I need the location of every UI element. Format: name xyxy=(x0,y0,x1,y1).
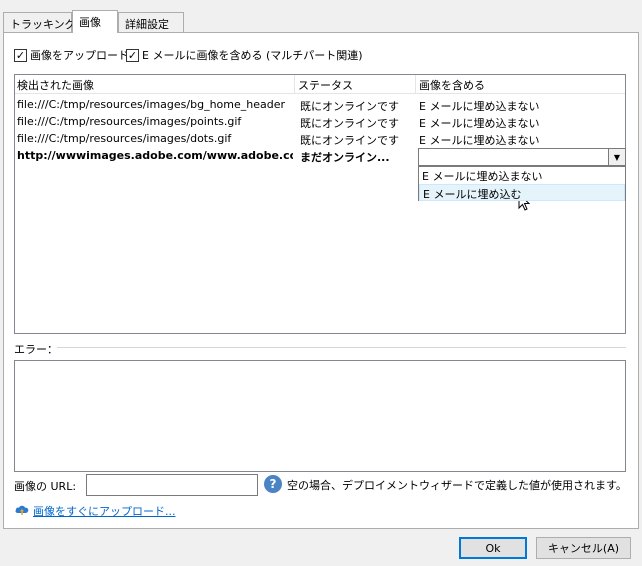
errors-label: エラー： xyxy=(14,343,58,356)
ok-button-label: Ok xyxy=(485,541,501,555)
dropdown-option-label: E メールに埋め込む xyxy=(423,188,522,201)
column-divider[interactable] xyxy=(294,75,295,94)
image-url-input[interactable] xyxy=(86,474,258,496)
include-images-label: E メールに画像を含める (マルチパート関連) xyxy=(142,49,363,62)
column-header-image[interactable]: 検出された画像 xyxy=(17,77,94,93)
table-row[interactable]: file:///C:/tmp/resources/images/points.g… xyxy=(15,114,625,131)
include-dropdown-list: E メールに埋め込まない E メールに埋め込む xyxy=(418,166,626,201)
column-header-include[interactable]: 画像を含める xyxy=(419,77,485,93)
status-cell: 既にオンラインです xyxy=(300,134,399,147)
include-combobox[interactable]: ▼ xyxy=(418,148,626,166)
grid-header: 検出された画像 ステータス 画像を含める xyxy=(15,75,625,94)
upload-images-label: 画像をアップロード xyxy=(30,49,129,62)
errors-divider xyxy=(57,347,626,348)
image-path-cell: file:///C:/tmp/resources/images/bg_home_… xyxy=(17,98,286,111)
column-divider[interactable] xyxy=(415,75,416,94)
images-grid[interactable]: 検出された画像 ステータス 画像を含める file:///C:/tmp/reso… xyxy=(14,74,626,334)
image-path-cell: file:///C:/tmp/resources/images/dots.gif xyxy=(17,132,232,145)
include-cell[interactable]: E メールに埋め込まない xyxy=(419,98,619,114)
tab-tracking-label: トラッキング xyxy=(10,18,76,31)
tab-images-label: 画像 xyxy=(79,16,101,29)
tab-tracking[interactable]: トラッキング xyxy=(3,12,76,32)
include-cell[interactable]: E メールに埋め込まない xyxy=(419,132,619,148)
dropdown-option-embed[interactable]: E メールに埋め込む xyxy=(419,184,625,201)
tab-advanced-label: 詳細設定 xyxy=(125,18,169,31)
upload-images-now-link[interactable]: 画像をすぐにアップロード... xyxy=(33,503,176,519)
table-row[interactable]: file:///C:/tmp/resources/images/bg_home_… xyxy=(15,97,625,114)
include-images-checkbox[interactable]: ✓ E メールに画像を含める (マルチパート関連) xyxy=(126,47,363,63)
dropdown-option-no-embed[interactable]: E メールに埋め込まない xyxy=(419,167,625,184)
check-icon: ✓ xyxy=(14,48,27,62)
cancel-button[interactable]: キャンセル(A) xyxy=(536,537,631,559)
errors-textbox[interactable] xyxy=(14,360,626,472)
image-path-cell: file:///C:/tmp/resources/images/points.g… xyxy=(17,115,242,128)
status-cell: 既にオンラインです xyxy=(300,100,399,113)
status-cell: まだオンライン... xyxy=(300,151,390,164)
tab-images[interactable]: 画像 xyxy=(72,10,118,33)
table-row[interactable]: http://wwwimages.adobe.com/www.adobe.com… xyxy=(15,148,626,201)
table-row[interactable]: file:///C:/tmp/resources/images/dots.gif… xyxy=(15,131,625,148)
chevron-down-icon[interactable]: ▼ xyxy=(608,149,625,165)
help-icon: ? xyxy=(264,475,282,493)
ok-button[interactable]: Ok xyxy=(459,537,527,559)
column-header-status[interactable]: ステータス xyxy=(298,77,353,93)
dropdown-option-label: E メールに埋め込まない xyxy=(422,170,543,183)
upload-images-checkbox[interactable]: ✓ 画像をアップロード xyxy=(14,47,129,63)
image-url-help-text: 空の場合、デプロイメントウィザードで定義した値が使用されます。 xyxy=(287,479,627,492)
image-path-cell: http://wwwimages.adobe.com/www.adobe.com… xyxy=(17,149,293,162)
tab-strip: トラッキング 画像 詳細設定 xyxy=(3,10,639,33)
include-cell[interactable]: E メールに埋め込まない xyxy=(419,115,619,131)
cloud-upload-icon xyxy=(15,505,29,515)
image-url-label: 画像の URL: xyxy=(14,480,77,493)
cancel-button-label: キャンセル(A) xyxy=(547,542,620,555)
check-icon: ✓ xyxy=(126,48,139,62)
status-cell: 既にオンラインです xyxy=(300,117,399,130)
tab-advanced[interactable]: 詳細設定 xyxy=(118,12,184,32)
